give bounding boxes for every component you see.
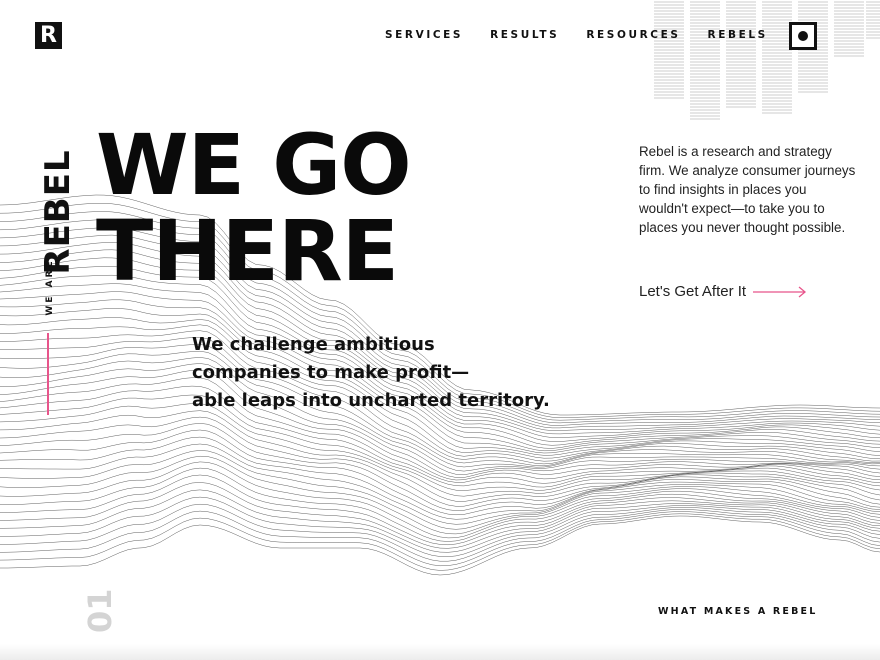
menu-button[interactable]	[789, 22, 817, 50]
wave-line	[0, 467, 880, 542]
bottom-shadow	[0, 644, 880, 660]
about-line-3: to find insights in places you	[639, 182, 807, 197]
wave-line	[0, 410, 880, 502]
about-text: Rebel is a research and strategy firm. W…	[639, 142, 859, 237]
wave-line	[0, 513, 880, 571]
headline-line-1: WE GO	[96, 116, 412, 214]
main-nav: SERVICES RESULTS RESOURCES REBELS	[385, 29, 795, 41]
wave-line	[0, 474, 880, 546]
wave-line	[0, 482, 880, 549]
brand-logo[interactable]: R	[35, 22, 62, 49]
wave-line	[0, 496, 880, 557]
side-tag: REBEL WE ARE	[31, 122, 78, 332]
arrow-right-icon	[753, 286, 807, 297]
nav-item-rebels[interactable]: REBELS	[708, 29, 768, 41]
wave-line	[0, 489, 880, 553]
wave-line	[0, 510, 880, 567]
wave-line	[0, 416, 880, 507]
headline-line-2: THERE	[96, 202, 399, 300]
cta-label: Let's Get After It	[639, 283, 747, 300]
section-number: 01	[81, 588, 119, 633]
wave-line	[0, 503, 880, 562]
side-tag-prefix: WE ARE	[45, 258, 55, 316]
nav-item-resources[interactable]: RESOURCES	[586, 29, 680, 41]
menu-dot-icon	[798, 31, 808, 41]
wave-line	[0, 443, 880, 525]
decorative-bar-graphic	[654, 1, 880, 120]
wave-line	[0, 423, 880, 511]
wave-line	[0, 450, 880, 530]
accent-divider	[47, 333, 49, 415]
hero-headline: WE GO THERE	[96, 116, 412, 300]
lead-line-2: companies to make profit—	[192, 362, 470, 383]
wave-line	[0, 436, 880, 520]
nav-item-services[interactable]: SERVICES	[385, 29, 463, 41]
cta-link[interactable]: Let's Get After It	[639, 283, 807, 300]
wave-line	[0, 403, 880, 497]
about-line-1: Rebel is a research and strategy	[639, 144, 832, 159]
about-line-2: firm. We analyze consumer journeys	[639, 163, 856, 178]
hero-lead: We challenge ambitious companies to make…	[192, 331, 562, 415]
wave-line	[0, 515, 880, 576]
nav-item-results[interactable]: RESULTS	[490, 29, 559, 41]
about-line-4: wouldn't expect—to take you to	[639, 201, 825, 216]
wave-line	[0, 429, 880, 516]
about-line-5: places you never thought possible.	[639, 220, 846, 235]
lead-line-1: We challenge ambitious	[192, 334, 435, 355]
wave-line	[0, 455, 880, 535]
lead-line-3: able leaps into uncharted territory.	[192, 390, 550, 411]
what-makes-a-rebel-link[interactable]: WHAT MAKES A REBEL	[658, 606, 818, 617]
wave-line	[0, 461, 880, 539]
